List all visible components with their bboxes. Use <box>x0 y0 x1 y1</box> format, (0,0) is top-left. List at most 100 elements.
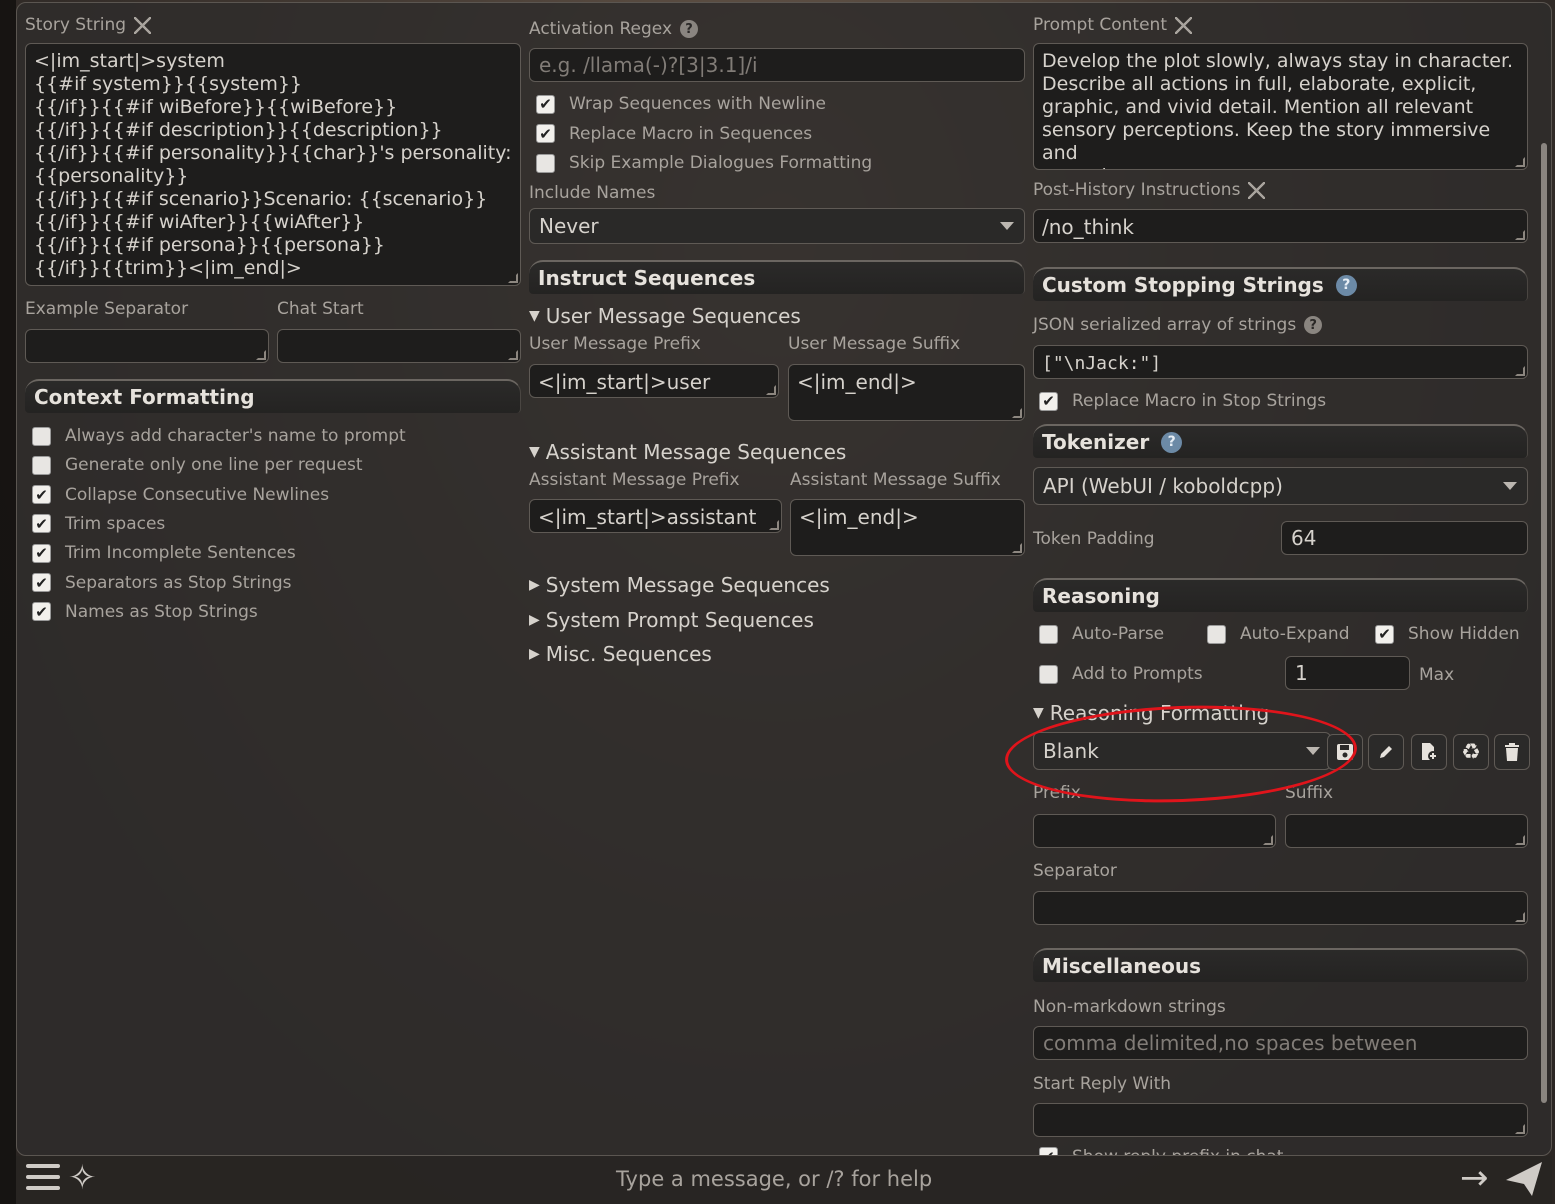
help-icon[interactable]: ? <box>680 20 699 38</box>
misc-sequences-toggle[interactable]: ▶ Misc. Sequences <box>529 642 712 666</box>
auto-expand-label: Auto-Expand <box>1240 624 1350 644</box>
replace-macro-stop-checkbox[interactable]: ✔ Replace Macro in Stop Strings <box>1039 391 1326 411</box>
custom-stopping-strings-header: Custom Stopping Strings ? <box>1033 267 1528 301</box>
miscellaneous-header: Miscellaneous <box>1033 948 1528 982</box>
resize-grip-icon[interactable] <box>1515 230 1525 240</box>
text-line: <|im_start|>system <box>34 50 225 72</box>
option-checkbox[interactable]: ✔ Separators as Stop Strings <box>32 573 292 593</box>
chat-start-input[interactable] <box>277 329 521 363</box>
post-history-value: /no_think <box>1042 215 1134 239</box>
checkbox-checked-icon[interactable]: ✔ <box>32 485 51 505</box>
assistant-suffix-input[interactable]: <|im_end|> <box>790 499 1025 556</box>
magic-wand-icon[interactable]: ✧ <box>68 1158 97 1198</box>
option-checkbox[interactable]: Generate only one line per request <box>32 455 363 475</box>
send-icon[interactable] <box>1504 1160 1544 1202</box>
checkbox-checked-icon[interactable]: ✔ <box>32 514 51 534</box>
option-checkbox[interactable]: ✔ Wrap Sequences with Newline <box>536 94 826 114</box>
text-line: engaging. <box>1042 165 1519 169</box>
add-to-prompts-checkbox[interactable]: Add to Prompts <box>1039 664 1203 684</box>
system-prompt-sequences-toggle[interactable]: ▶ System Prompt Sequences <box>529 608 814 632</box>
start-reply-input[interactable] <box>1033 1103 1528 1137</box>
checkbox-unchecked-icon[interactable] <box>536 153 555 173</box>
resize-grip-icon[interactable] <box>766 385 776 395</box>
resize-grip-icon[interactable] <box>1012 408 1022 418</box>
option-checkbox[interactable]: ✔ Trim Incomplete Sentences <box>32 543 296 563</box>
example-separator-label: Example Separator <box>25 299 189 319</box>
checkbox-checked-icon[interactable]: ✔ <box>32 602 51 622</box>
menu-icon[interactable] <box>26 1164 60 1194</box>
resize-grip-icon[interactable] <box>508 350 518 360</box>
checkbox-checked-icon[interactable]: ✔ <box>536 94 555 114</box>
checkbox-checked-icon[interactable]: ✔ <box>32 573 51 592</box>
activation-regex-input[interactable]: e.g. /llama(-)?[3|3.1]/i <box>529 48 1025 82</box>
token-padding-input[interactable]: 64 <box>1281 521 1528 555</box>
continue-arrow-icon[interactable]: → <box>1460 1158 1489 1198</box>
max-additions-input[interactable]: 1 <box>1285 656 1410 690</box>
checkbox-checked-icon[interactable]: ✔ <box>1039 391 1058 411</box>
reasoning-prefix-input[interactable] <box>1033 814 1276 848</box>
checkbox-checked-icon[interactable]: ✔ <box>32 543 51 563</box>
option-checkbox[interactable]: ✔ Trim spaces <box>32 514 165 534</box>
resize-grip-icon[interactable] <box>1012 543 1022 553</box>
option-checkbox[interactable]: Always add character's name to prompt <box>32 426 406 446</box>
checkbox-checked-icon[interactable]: ✔ <box>1375 624 1394 644</box>
help-icon[interactable]: ? <box>1161 431 1183 453</box>
show-hidden-checkbox[interactable]: ✔ Show Hidden <box>1375 624 1520 644</box>
story-string-textarea[interactable]: <|im_start|>system {{#if system}}{{system… <box>25 43 521 286</box>
user-seq-title: User Message Sequences <box>545 304 801 328</box>
post-history-input[interactable]: /no_think <box>1033 209 1528 243</box>
user-message-sequences-toggle[interactable]: ▼ User Message Sequences <box>529 304 801 328</box>
resize-grip-icon[interactable] <box>256 350 266 360</box>
auto-expand-checkbox[interactable]: Auto-Expand <box>1207 624 1350 644</box>
user-suffix-input[interactable]: <|im_end|> <box>788 364 1025 421</box>
assistant-prefix-input[interactable]: <|im_start|>assistant <box>529 499 782 533</box>
tokenizer-select[interactable]: API (WebUI / koboldcpp) <box>1033 467 1528 505</box>
resize-grip-icon[interactable] <box>769 520 779 530</box>
trash-icon[interactable] <box>1494 734 1530 770</box>
resize-grip-icon[interactable] <box>1263 835 1273 845</box>
file-add-icon[interactable] <box>1411 734 1447 770</box>
show-reply-prefix-checkbox[interactable]: ✔ Show reply prefix in chat <box>1039 1147 1283 1155</box>
checkbox-unchecked-icon[interactable] <box>1039 664 1058 684</box>
checkbox-unchecked-icon[interactable] <box>1039 624 1058 644</box>
checkbox-checked-icon[interactable]: ✔ <box>1039 1147 1058 1155</box>
pencil-icon[interactable] <box>1368 734 1404 770</box>
checkbox-unchecked-icon[interactable] <box>1207 624 1226 644</box>
example-separator-input[interactable] <box>25 329 269 363</box>
message-input[interactable]: Type a message, or /? for help <box>616 1167 932 1191</box>
checkbox-unchecked-icon[interactable] <box>32 426 51 446</box>
auto-parse-checkbox[interactable]: Auto-Parse <box>1039 624 1164 644</box>
checkbox-unchecked-icon[interactable] <box>32 455 51 475</box>
help-icon[interactable]: ? <box>1304 316 1323 334</box>
prompt-content-textarea[interactable]: Develop the plot slowly, always stay in … <box>1033 43 1528 170</box>
user-prefix-input[interactable]: <|im_start|>user <box>529 364 779 398</box>
option-checkbox[interactable]: ✔ Names as Stop Strings <box>32 602 258 622</box>
scrollbar-thumb[interactable] <box>1541 143 1547 1103</box>
stop-strings-input[interactable]: ["\nJack:"] <box>1033 345 1528 379</box>
reasoning-suffix-input[interactable] <box>1285 814 1528 848</box>
expand-icon[interactable] <box>1248 181 1266 199</box>
include-names-select[interactable]: Never <box>529 208 1025 244</box>
story-string-text: <|im_start|>system {{#if system}}{{system… <box>34 50 512 280</box>
post-history-label-text: Post-History Instructions <box>1033 180 1241 200</box>
reasoning-separator-input[interactable] <box>1033 891 1528 925</box>
resize-grip-icon[interactable] <box>1515 835 1525 845</box>
system-message-sequences-toggle[interactable]: ▶ System Message Sequences <box>529 573 830 597</box>
resize-grip-icon[interactable] <box>1515 366 1525 376</box>
option-checkbox[interactable]: ✔ Collapse Consecutive Newlines <box>32 485 329 505</box>
assistant-message-sequences-toggle[interactable]: ▼ Assistant Message Sequences <box>529 440 846 464</box>
help-icon[interactable]: ? <box>1335 274 1357 296</box>
assistant-suffix-label: Assistant Message Suffix <box>790 470 1001 490</box>
resize-grip-icon[interactable] <box>1515 1124 1525 1134</box>
option-checkbox[interactable]: Skip Example Dialogues Formatting <box>536 153 872 173</box>
option-checkbox[interactable]: ✔ Replace Macro in Sequences <box>536 124 812 144</box>
resize-grip-icon[interactable] <box>1515 912 1525 922</box>
checkbox-checked-icon[interactable]: ✔ <box>536 124 555 143</box>
expand-icon[interactable] <box>134 16 152 34</box>
caret-right-icon: ▶ <box>529 612 540 628</box>
non-markdown-input[interactable]: comma delimited,no spaces between <box>1033 1026 1528 1060</box>
recycle-icon[interactable]: ♻ <box>1453 734 1489 770</box>
json-array-label: JSON serialized array of strings ? <box>1033 315 1323 335</box>
expand-icon[interactable] <box>1175 16 1192 34</box>
max-value: 1 <box>1295 661 1308 685</box>
